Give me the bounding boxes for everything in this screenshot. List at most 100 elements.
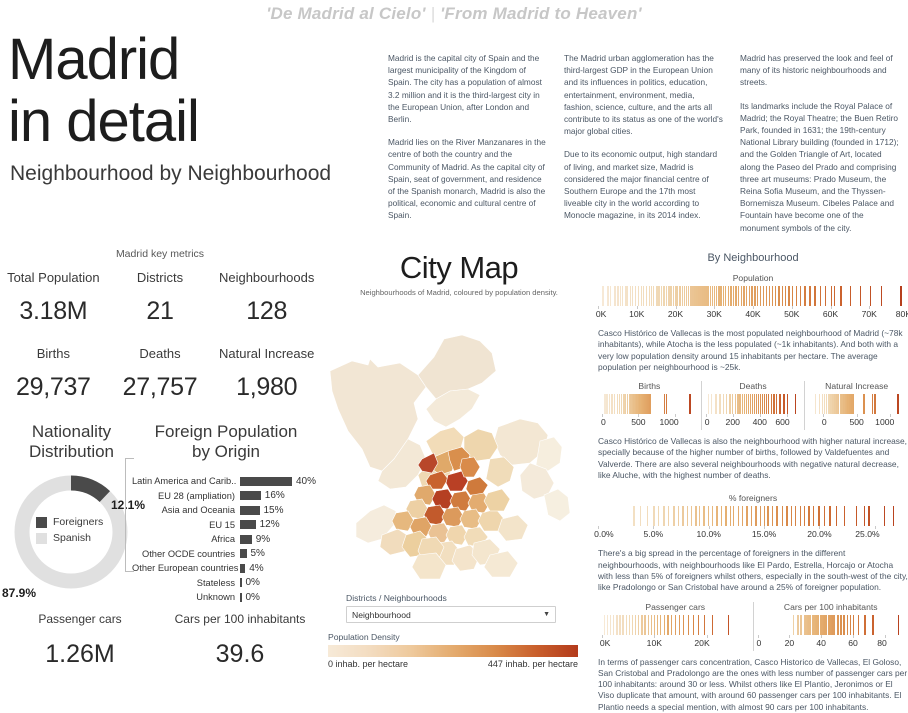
- rug-mark[interactable]: [743, 286, 744, 306]
- rug-mark[interactable]: [667, 615, 668, 635]
- rug-mark[interactable]: [691, 506, 692, 526]
- rug-mark[interactable]: [775, 286, 776, 306]
- rug-mark[interactable]: [638, 286, 639, 306]
- foreign-origin-row[interactable]: Latin America and Carib..40%: [132, 474, 320, 489]
- map-region[interactable]: [418, 335, 496, 399]
- rug-mark[interactable]: [751, 286, 752, 306]
- rug-mark[interactable]: [813, 506, 814, 526]
- rug-mark[interactable]: [712, 615, 713, 635]
- rug-mark[interactable]: [840, 286, 841, 306]
- rug-mark[interactable]: [677, 286, 678, 306]
- rug-mark[interactable]: [824, 506, 825, 526]
- rug-mark[interactable]: [675, 615, 676, 635]
- map-region[interactable]: [544, 489, 570, 521]
- rug-mark[interactable]: [616, 615, 617, 635]
- rug-mark[interactable]: [671, 615, 672, 635]
- rug-mark[interactable]: [893, 506, 894, 526]
- rug-mark[interactable]: [751, 506, 752, 526]
- rug-mark[interactable]: [825, 286, 826, 306]
- rug-mark[interactable]: [670, 286, 671, 306]
- rug-mark[interactable]: [881, 286, 882, 306]
- rug-mark[interactable]: [684, 286, 685, 306]
- foreign-origin-bar[interactable]: [240, 506, 260, 515]
- rug-mark[interactable]: [614, 286, 615, 306]
- rug-mark[interactable]: [834, 615, 835, 635]
- natural-increase-rug-plot[interactable]: [809, 394, 904, 414]
- rug-mark[interactable]: [856, 506, 857, 526]
- rug-mark[interactable]: [663, 506, 664, 526]
- rug-mark[interactable]: [661, 286, 662, 306]
- rug-mark[interactable]: [815, 394, 816, 414]
- rug-mark[interactable]: [733, 286, 734, 306]
- rug-mark[interactable]: [658, 506, 659, 526]
- rug-mark[interactable]: [767, 506, 768, 526]
- rug-mark[interactable]: [779, 394, 780, 414]
- rug-mark[interactable]: [792, 286, 793, 306]
- rug-mark[interactable]: [824, 394, 825, 414]
- rug-mark[interactable]: [771, 394, 772, 414]
- rug-mark[interactable]: [742, 506, 743, 526]
- rug-mark[interactable]: [613, 615, 614, 635]
- rug-mark[interactable]: [749, 286, 750, 306]
- rug-mark[interactable]: [884, 506, 885, 526]
- rug-mark[interactable]: [726, 394, 727, 414]
- rug-mark[interactable]: [755, 506, 756, 526]
- rug-mark[interactable]: [693, 615, 694, 635]
- map-region[interactable]: [536, 437, 562, 471]
- rug-mark[interactable]: [853, 394, 854, 414]
- rug-mark[interactable]: [791, 506, 792, 526]
- rug-mark[interactable]: [657, 615, 658, 635]
- cars-per-100-rug-plot[interactable]: [758, 615, 905, 635]
- foreign-origin-bar[interactable]: [240, 477, 292, 486]
- rug-mark[interactable]: [725, 286, 726, 306]
- rug-mark[interactable]: [721, 506, 722, 526]
- rug-mark[interactable]: [630, 286, 631, 306]
- foreigners-rug-plot[interactable]: [598, 506, 908, 526]
- rug-mark[interactable]: [606, 394, 607, 414]
- rug-mark[interactable]: [809, 286, 810, 306]
- rug-mark[interactable]: [814, 286, 815, 306]
- rug-mark[interactable]: [764, 506, 765, 526]
- map-region[interactable]: [484, 489, 510, 511]
- rug-mark[interactable]: [708, 506, 709, 526]
- rug-mark[interactable]: [682, 506, 683, 526]
- rug-mark[interactable]: [698, 615, 699, 635]
- rug-mark[interactable]: [632, 286, 633, 306]
- rug-mark[interactable]: [795, 394, 796, 414]
- foreign-origin-row[interactable]: Unknown0%: [132, 590, 320, 605]
- rug-mark[interactable]: [760, 506, 761, 526]
- rug-mark[interactable]: [723, 286, 724, 306]
- rug-mark[interactable]: [900, 286, 901, 306]
- map-region[interactable]: [466, 477, 488, 495]
- rug-mark[interactable]: [837, 615, 838, 635]
- rug-mark[interactable]: [776, 506, 777, 526]
- rug-mark[interactable]: [654, 615, 655, 635]
- rug-mark[interactable]: [602, 286, 603, 306]
- chevron-down-icon[interactable]: ▼: [543, 611, 550, 618]
- rug-mark[interactable]: [768, 394, 769, 414]
- rug-mark[interactable]: [609, 394, 610, 414]
- rug-mark[interactable]: [610, 615, 611, 635]
- rug-mark[interactable]: [787, 394, 788, 414]
- rug-mark[interactable]: [718, 286, 719, 306]
- rug-mark[interactable]: [763, 286, 764, 306]
- rug-mark[interactable]: [664, 394, 665, 414]
- rug-mark[interactable]: [638, 615, 639, 635]
- rug-mark[interactable]: [728, 286, 729, 306]
- rug-mark[interactable]: [658, 286, 659, 306]
- rug-mark[interactable]: [778, 286, 779, 306]
- foreign-origin-row[interactable]: Asia and Oceania15%: [132, 503, 320, 518]
- rug-mark[interactable]: [610, 286, 611, 306]
- rug-mark[interactable]: [786, 506, 787, 526]
- rug-mark[interactable]: [604, 615, 605, 635]
- rug-mark[interactable]: [898, 615, 899, 635]
- rug-mark[interactable]: [679, 286, 680, 306]
- rug-mark[interactable]: [720, 286, 721, 306]
- rug-mark[interactable]: [800, 286, 801, 306]
- rug-mark[interactable]: [735, 286, 736, 306]
- rug-mark[interactable]: [703, 506, 704, 526]
- rug-mark[interactable]: [632, 615, 633, 635]
- foreign-origin-bar[interactable]: [240, 535, 252, 544]
- rug-mark[interactable]: [653, 286, 654, 306]
- rug-mark[interactable]: [640, 506, 641, 526]
